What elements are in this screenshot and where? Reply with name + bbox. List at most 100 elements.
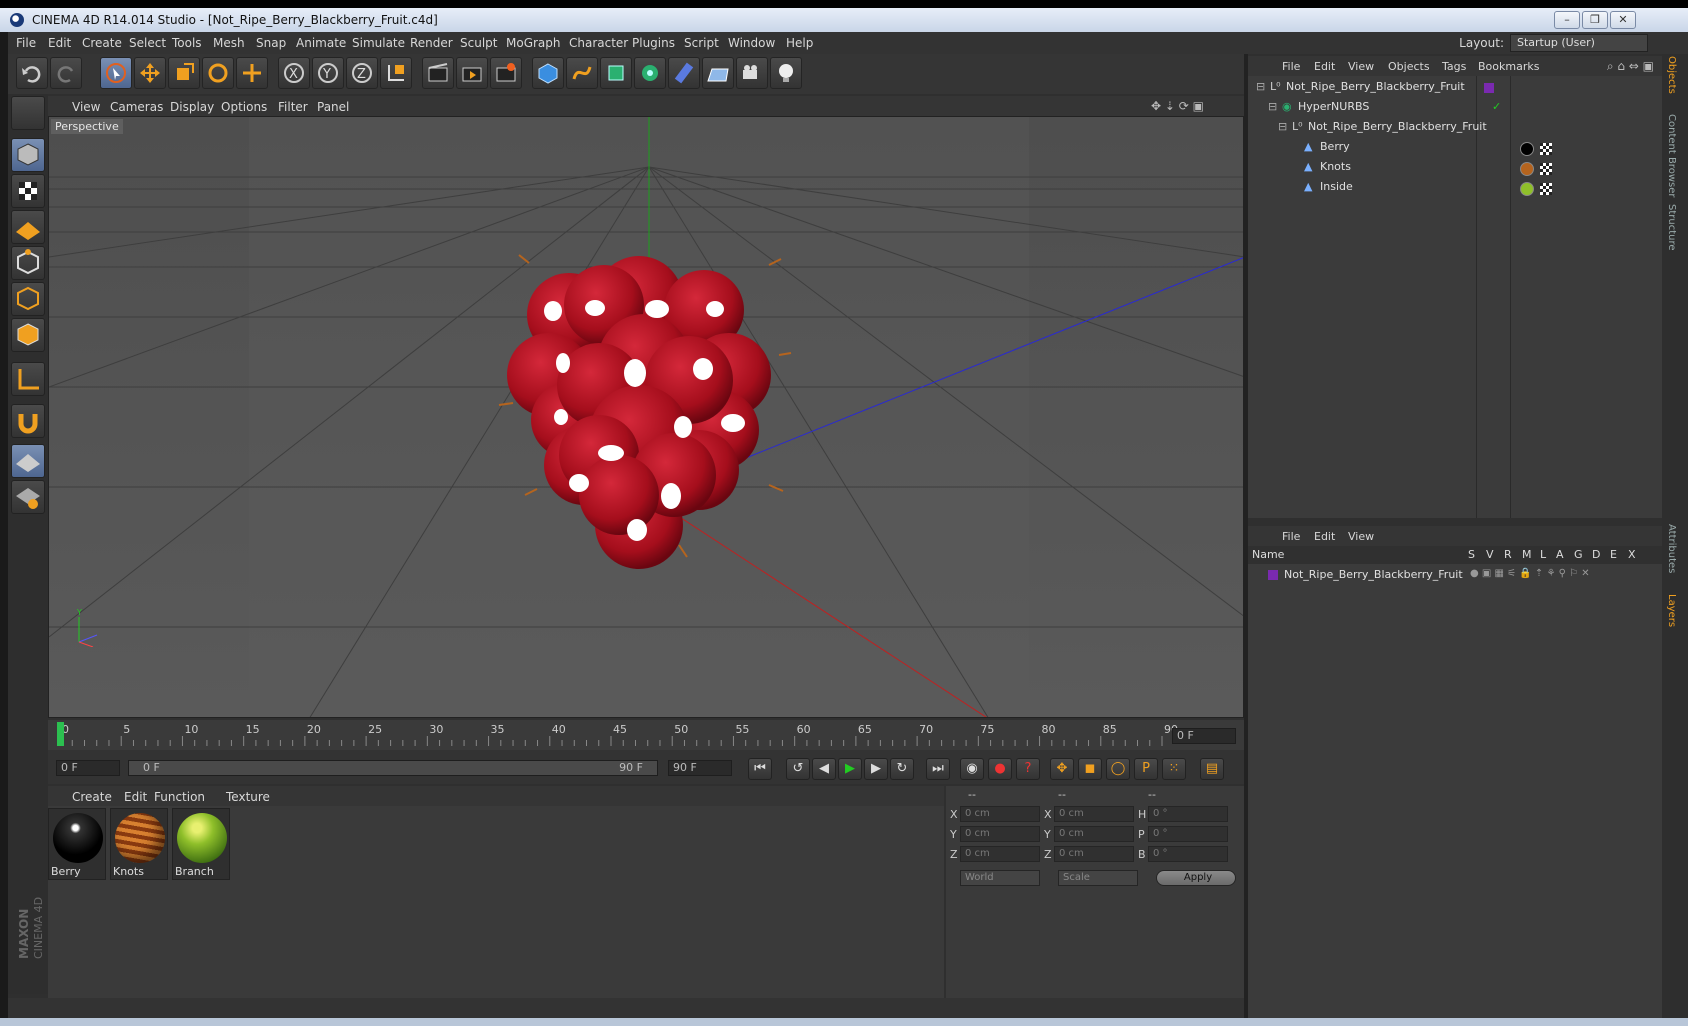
- add-light-button[interactable]: [770, 57, 802, 89]
- col-expressions[interactable]: E: [1610, 548, 1617, 561]
- col-animation[interactable]: A: [1556, 548, 1564, 561]
- menu-select[interactable]: Select: [129, 36, 166, 50]
- coord-rot-b-field[interactable]: 0 °: [1148, 846, 1228, 862]
- current-frame-field[interactable]: 0 F: [1172, 728, 1236, 744]
- vp-menu-cameras[interactable]: Cameras: [110, 100, 163, 114]
- layout-select[interactable]: Startup (User): [1510, 34, 1648, 52]
- frame-range-slider[interactable]: 0 F 90 F: [128, 760, 658, 776]
- menu-mograph[interactable]: MoGraph: [506, 36, 561, 50]
- keyframe-selection-button[interactable]: ?: [1016, 758, 1040, 780]
- add-camera-button[interactable]: [736, 57, 768, 89]
- close-button[interactable]: ✕: [1610, 11, 1636, 29]
- tree-row[interactable]: ⊟ L⁰ Not_Ripe_Berry_Blackberry_Fruit: [1248, 120, 1662, 140]
- transform-tool-button[interactable]: [236, 57, 268, 89]
- timeline-ruler[interactable]: 0 5 10 15 20 25 30 35 40 45 50 55 60 65 70 75 80 85 90 0 F: [48, 720, 1244, 750]
- uvw-tag-icon[interactable]: [1540, 183, 1552, 195]
- obj-menu-edit[interactable]: Edit: [1314, 60, 1335, 73]
- coord-space-select[interactable]: World: [960, 870, 1040, 886]
- timeline-window-button[interactable]: ▤: [1200, 758, 1224, 780]
- coord-size-y-field[interactable]: 0 cm: [1054, 826, 1134, 842]
- menu-plugins[interactable]: Plugins: [632, 36, 675, 50]
- coord-rot-p-field[interactable]: 0 °: [1148, 826, 1228, 842]
- playhead[interactable]: [57, 722, 64, 746]
- move-tool-button[interactable]: [134, 57, 166, 89]
- add-cube-button[interactable]: [532, 57, 564, 89]
- end-frame-field[interactable]: 90 F: [668, 760, 732, 776]
- loop-back-button[interactable]: ↺: [786, 758, 810, 780]
- texture-mode-button[interactable]: [11, 174, 45, 208]
- menu-tools[interactable]: Tools: [172, 36, 202, 50]
- viewport-nav-icons[interactable]: ✥ ⇣ ⟳ ▣: [1151, 99, 1204, 113]
- go-to-start-button[interactable]: ⏮: [748, 758, 772, 780]
- col-view[interactable]: V: [1486, 548, 1494, 561]
- expand-icon[interactable]: ⊟: [1268, 100, 1277, 113]
- obj-menu-file[interactable]: File: [1282, 60, 1300, 73]
- add-spline-button[interactable]: [566, 57, 598, 89]
- render-settings-button[interactable]: [490, 57, 522, 89]
- mat-menu-function[interactable]: Function: [154, 790, 205, 804]
- key-pla-button[interactable]: ⁙: [1162, 758, 1186, 780]
- enabled-check-icon[interactable]: ✓: [1492, 100, 1501, 113]
- undo-button[interactable]: [16, 57, 48, 89]
- col-xref[interactable]: X: [1628, 548, 1636, 561]
- minimize-button[interactable]: –: [1554, 11, 1580, 29]
- menu-render[interactable]: Render: [410, 36, 453, 50]
- coord-pos-y-field[interactable]: 0 cm: [960, 826, 1040, 842]
- material-branch[interactable]: Branch: [172, 808, 230, 880]
- layer-row[interactable]: Not_Ripe_Berry_Blackberry_Fruit ● ▣ ▦ ⚟ …: [1248, 566, 1662, 586]
- menu-character[interactable]: Character: [569, 36, 628, 50]
- x-axis-lock-button[interactable]: X: [278, 57, 310, 89]
- workplane-mode-button[interactable]: [11, 210, 45, 244]
- mat-menu-texture[interactable]: Texture: [226, 790, 270, 804]
- obj-menu-tags[interactable]: Tags: [1442, 60, 1466, 73]
- restore-button[interactable]: ❐: [1582, 11, 1608, 29]
- col-render[interactable]: R: [1504, 548, 1512, 561]
- tab-content-browser[interactable]: Content Browser: [1666, 114, 1677, 197]
- coordinate-system-button[interactable]: [380, 57, 412, 89]
- start-frame-field[interactable]: 0 F: [56, 760, 120, 776]
- tab-attributes[interactable]: Attributes: [1666, 524, 1677, 573]
- menu-sculpt[interactable]: Sculpt: [460, 36, 497, 50]
- material-knots[interactable]: Knots: [110, 808, 168, 880]
- add-floor-button[interactable]: [702, 57, 734, 89]
- record-keys-button[interactable]: ◉: [960, 758, 984, 780]
- y-axis-lock-button[interactable]: Y: [312, 57, 344, 89]
- layer-menu-view[interactable]: View: [1348, 530, 1374, 543]
- vp-menu-view[interactable]: View: [72, 100, 100, 114]
- tree-row[interactable]: ▲ Inside: [1248, 180, 1662, 200]
- layer-menu-file[interactable]: File: [1282, 530, 1300, 543]
- coord-size-z-field[interactable]: 0 cm: [1054, 846, 1134, 862]
- render-view-button[interactable]: [422, 57, 454, 89]
- coord-scale-select[interactable]: Scale: [1058, 870, 1138, 886]
- coord-pos-z-field[interactable]: 0 cm: [960, 846, 1040, 862]
- mat-menu-edit[interactable]: Edit: [124, 790, 147, 804]
- scale-tool-button[interactable]: [168, 57, 200, 89]
- col-solo[interactable]: S: [1468, 548, 1475, 561]
- layer-flag-icons[interactable]: ● ▣ ▦ ⚟ 🔒 ⇡ ⚘ ⚲ ⚐ ✕: [1470, 568, 1590, 579]
- material-tag-icon[interactable]: [1520, 162, 1534, 176]
- axis-mode-button[interactable]: [11, 362, 45, 396]
- material-tag-icon[interactable]: [1520, 182, 1534, 196]
- col-manager[interactable]: M: [1522, 548, 1532, 561]
- col-deformers[interactable]: D: [1592, 548, 1600, 561]
- menu-window[interactable]: Window: [728, 36, 775, 50]
- make-editable-button[interactable]: [11, 96, 45, 130]
- edges-mode-button[interactable]: [11, 282, 45, 316]
- coord-pos-x-field[interactable]: 0 cm: [960, 806, 1040, 822]
- material-berry[interactable]: Berry: [48, 808, 106, 880]
- tree-row[interactable]: ⊟ ◉ HyperNURBS ✓: [1248, 100, 1662, 120]
- obj-menu-bookmarks[interactable]: Bookmarks: [1478, 60, 1539, 73]
- vp-menu-filter[interactable]: Filter: [278, 100, 308, 114]
- col-generators[interactable]: G: [1574, 548, 1583, 561]
- tree-row[interactable]: ▲ Knots: [1248, 160, 1662, 180]
- render-picture-viewer-button[interactable]: [456, 57, 488, 89]
- play-button[interactable]: ▶: [838, 758, 862, 780]
- z-axis-lock-button[interactable]: Z: [346, 57, 378, 89]
- add-nurbs-button[interactable]: [600, 57, 632, 89]
- layer-menu-edit[interactable]: Edit: [1314, 530, 1335, 543]
- menu-snap[interactable]: Snap: [256, 36, 286, 50]
- uvw-tag-icon[interactable]: [1540, 163, 1552, 175]
- tree-row[interactable]: ⊟ L⁰ Not_Ripe_Berry_Blackberry_Fruit: [1248, 80, 1662, 100]
- expand-icon[interactable]: ⊟: [1256, 80, 1265, 93]
- vp-menu-panel[interactable]: Panel: [317, 100, 349, 114]
